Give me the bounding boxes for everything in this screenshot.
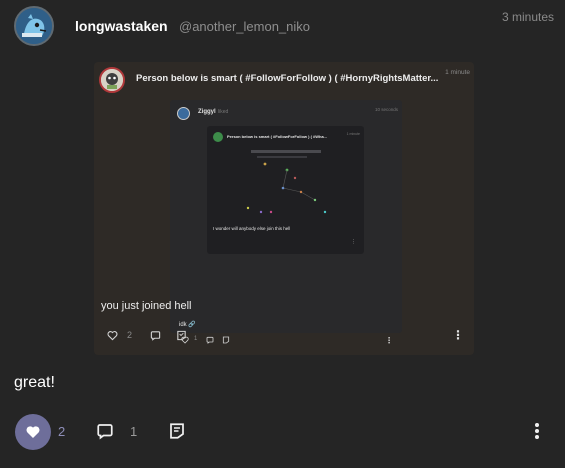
inner-username[interactable]: Ziggyl xyxy=(198,109,216,115)
post-header: longwastaken @another_lemon_niko 3 minut… xyxy=(14,6,554,46)
more-vertical-icon xyxy=(535,423,539,439)
quoted-comment-button[interactable] xyxy=(148,328,162,342)
comment-count: 1 xyxy=(130,424,138,439)
heart-outline-icon xyxy=(107,330,117,340)
like-button[interactable] xyxy=(15,414,51,450)
heart-filled-icon xyxy=(26,426,40,438)
post-username[interactable]: longwastaken xyxy=(75,18,168,34)
inner-text: idk 🔗 xyxy=(179,321,196,328)
inner2-timestamp: 1 minute xyxy=(346,132,360,136)
like-count: 2 xyxy=(58,424,66,439)
comment-icon xyxy=(97,424,113,440)
inner-avatar[interactable] xyxy=(177,107,190,120)
quoted-timestamp: 1 minute xyxy=(445,69,470,76)
reblog-button[interactable] xyxy=(167,421,187,441)
reblog-icon xyxy=(170,423,184,439)
inner-like-count: 1 xyxy=(194,336,198,342)
inner2-embedded-image xyxy=(246,150,327,214)
quoted-reblog-button[interactable] xyxy=(174,328,188,342)
post-text: great! xyxy=(14,374,55,391)
reblog-icon xyxy=(222,336,230,344)
user-avatar[interactable] xyxy=(14,6,54,46)
inner-comment-button[interactable] xyxy=(205,335,215,345)
quoted-like-button[interactable] xyxy=(105,328,119,342)
quoted-inner-post[interactable]: Ziggyl liked 10 seconds Person below is … xyxy=(170,100,402,333)
quoted-like-count: 2 xyxy=(127,330,133,340)
quoted-text: you just joined hell xyxy=(101,300,192,312)
comment-icon xyxy=(206,336,214,344)
comment-button[interactable] xyxy=(95,421,115,441)
post-timestamp: 3 minutes xyxy=(501,10,554,24)
link-icon: 🔗 xyxy=(188,322,196,328)
quoted-more-button[interactable]: ⋮ xyxy=(452,328,464,342)
inner2-more-icon[interactable]: ⋮ xyxy=(351,239,356,245)
inner-reblog-button[interactable] xyxy=(221,335,231,345)
inner-timestamp: 10 seconds xyxy=(374,107,398,112)
inner2-title[interactable]: Person below is smart ( #FollowForFollow… xyxy=(227,134,327,139)
more-options-button[interactable] xyxy=(527,421,547,441)
inner-handle: liked xyxy=(218,109,229,115)
reblog-icon xyxy=(176,330,186,340)
post-handle[interactable]: @another_lemon_niko xyxy=(179,19,310,34)
quoted-post[interactable]: Person below is smart ( #FollowForFollow… xyxy=(94,62,474,355)
inner2-avatar xyxy=(213,132,223,142)
comment-icon xyxy=(150,330,160,341)
quoted-inner2-post[interactable]: Person below is smart ( #FollowForFollow… xyxy=(207,126,364,254)
quoted-avatar-image xyxy=(101,69,123,91)
quoted-title[interactable]: Person below is smart ( #FollowForFollow… xyxy=(136,73,438,84)
quoted-avatar[interactable] xyxy=(99,67,125,93)
inner2-text: I wonder will anybody else join this hel… xyxy=(213,226,291,231)
avatar-image xyxy=(16,8,52,44)
inner-more-button[interactable]: ⋮ xyxy=(384,335,394,345)
